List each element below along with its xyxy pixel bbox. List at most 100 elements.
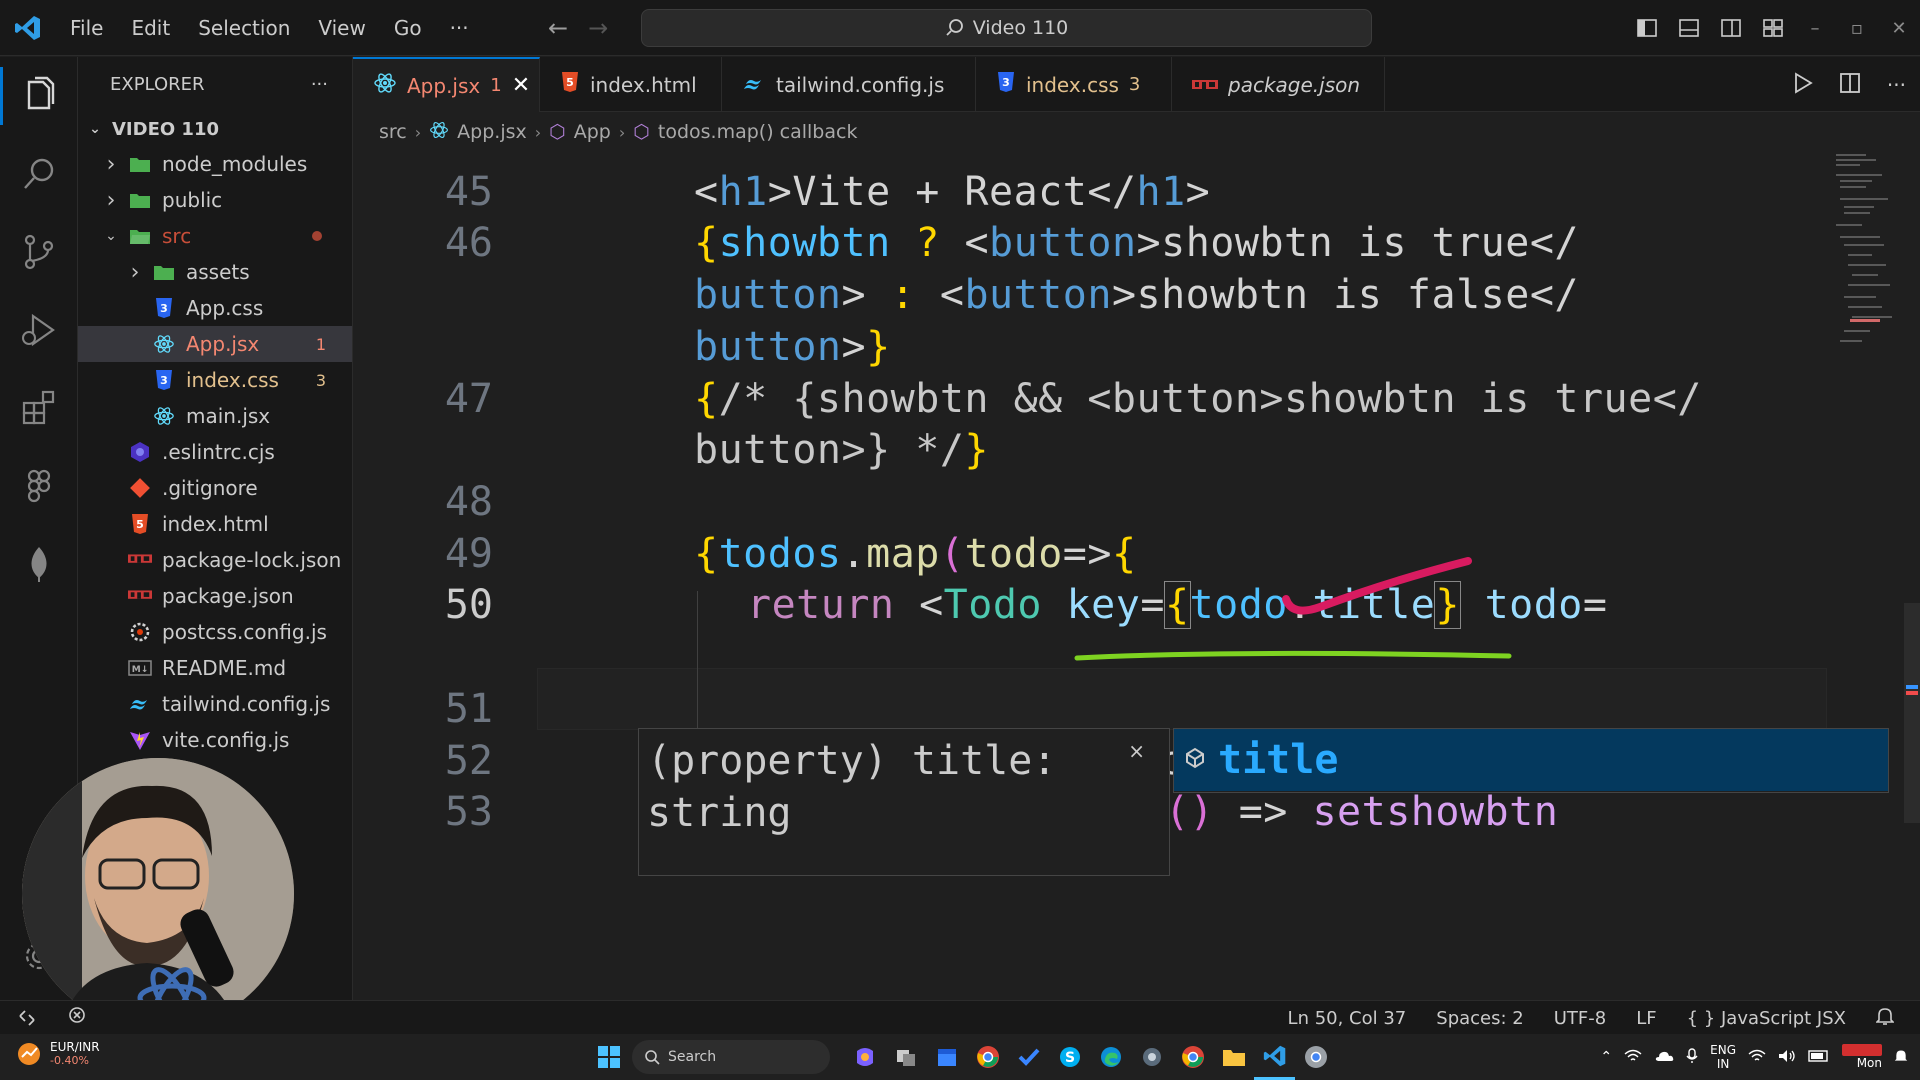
tab-tailwind-config[interactable]: tailwind.config.js bbox=[722, 57, 976, 112]
explorer-more-button[interactable]: ··· bbox=[311, 74, 328, 95]
toggle-panel-icon[interactable] bbox=[1668, 0, 1710, 56]
chrome-icon[interactable] bbox=[967, 1034, 1008, 1080]
menu-go[interactable]: Go bbox=[380, 0, 436, 56]
vscode-taskbar-icon[interactable] bbox=[1254, 1034, 1295, 1080]
volume-icon[interactable] bbox=[1778, 1049, 1796, 1066]
more-actions-icon[interactable]: ··· bbox=[1887, 73, 1906, 97]
editor-tabs: App.jsx 1 ✕ 5 index.html tailwind.config… bbox=[353, 57, 1920, 112]
file-explorer-icon[interactable] bbox=[1213, 1034, 1254, 1080]
tree-item-postcss-config-js[interactable]: postcss.config.js bbox=[78, 614, 352, 650]
chrome-profile-icon[interactable] bbox=[1172, 1034, 1213, 1080]
tab-index-html[interactable]: 5 index.html bbox=[540, 57, 722, 112]
line-ending[interactable]: LF bbox=[1636, 1008, 1656, 1029]
run-icon[interactable] bbox=[1793, 71, 1813, 98]
search-icon[interactable] bbox=[0, 135, 78, 213]
tab-app-jsx[interactable]: App.jsx 1 ✕ bbox=[353, 57, 540, 112]
close-tab-icon[interactable]: ✕ bbox=[512, 73, 530, 98]
notifications-bell-icon[interactable] bbox=[1875, 1006, 1895, 1031]
todo-check-icon[interactable] bbox=[1008, 1034, 1049, 1080]
suggestion-item[interactable]: title bbox=[1174, 729, 1888, 791]
cursor-position[interactable]: Ln 50, Col 37 bbox=[1288, 1008, 1407, 1029]
menu-view[interactable]: View bbox=[304, 0, 379, 56]
customize-layout-icon[interactable] bbox=[1752, 0, 1794, 56]
network-icon[interactable] bbox=[1624, 1049, 1642, 1066]
command-center-search[interactable]: Video 110 bbox=[641, 9, 1372, 47]
forward-arrow-icon[interactable]: → bbox=[588, 14, 608, 42]
tree-item-index-html[interactable]: 5 index.html bbox=[78, 506, 352, 542]
source-control-icon[interactable] bbox=[0, 213, 78, 291]
language-mode[interactable]: { } JavaScript JSX bbox=[1687, 1008, 1846, 1029]
menu-edit[interactable]: Edit bbox=[117, 0, 184, 56]
split-editor-icon[interactable] bbox=[1839, 72, 1861, 98]
tree-item-gitignore[interactable]: .gitignore bbox=[78, 470, 352, 506]
indentation[interactable]: Spaces: 2 bbox=[1436, 1008, 1523, 1029]
breadcrumb-item[interactable]: App.jsx bbox=[457, 121, 527, 143]
notification-bell-icon[interactable] bbox=[1894, 1048, 1908, 1067]
figma-icon[interactable] bbox=[0, 447, 78, 525]
wifi-icon[interactable] bbox=[1748, 1049, 1766, 1066]
workspace-section[interactable]: ⌄ VIDEO 110 bbox=[78, 112, 352, 146]
tree-item-node-modules[interactable]: › node_modules bbox=[78, 146, 352, 182]
language-indicator[interactable]: ENG bbox=[1710, 1043, 1736, 1057]
webcam-overlay bbox=[22, 758, 294, 1030]
calendar-icon[interactable] bbox=[926, 1034, 967, 1080]
extensions-icon[interactable] bbox=[0, 369, 78, 447]
chevron-up-icon[interactable]: ⌃ bbox=[1600, 1049, 1612, 1065]
remote-indicator-icon[interactable] bbox=[0, 1001, 54, 1035]
run-debug-icon[interactable] bbox=[0, 291, 78, 369]
tree-item-index-css[interactable]: 3 index.css 3 bbox=[78, 362, 352, 398]
settings-icon[interactable] bbox=[1131, 1034, 1172, 1080]
tree-item-tailwind-config-js[interactable]: tailwind.config.js bbox=[78, 686, 352, 722]
menu-file[interactable]: File bbox=[56, 0, 117, 56]
taskbar-search[interactable]: Search bbox=[632, 1040, 830, 1074]
battery-icon[interactable] bbox=[1808, 1049, 1830, 1065]
close-window-icon[interactable]: ✕ bbox=[1878, 0, 1920, 56]
editor-scrollbar[interactable] bbox=[1904, 151, 1920, 1000]
windows-taskbar: EUR/INR -0.40% Search S ⌃ ENG IN Mon bbox=[0, 1034, 1920, 1080]
code-editor[interactable]: 45 46 47 48 49 50 51 52 53 <h1>Vite + Re… bbox=[353, 151, 1920, 1000]
copilot-icon[interactable] bbox=[844, 1034, 885, 1080]
menu-more[interactable]: ··· bbox=[436, 0, 483, 56]
task-view-icon[interactable] bbox=[885, 1034, 926, 1080]
mongodb-leaf-icon[interactable] bbox=[0, 525, 78, 603]
toggle-secondary-sidebar-icon[interactable] bbox=[1710, 0, 1752, 56]
scrollbar-thumb[interactable] bbox=[1904, 603, 1920, 823]
problems-icon[interactable] bbox=[68, 1006, 86, 1029]
tree-item-package-lock-json[interactable]: package-lock.json bbox=[78, 542, 352, 578]
tree-item-readme-md[interactable]: M↓ README.md bbox=[78, 650, 352, 686]
html-icon: 5 bbox=[560, 71, 580, 98]
explorer-icon[interactable] bbox=[0, 57, 78, 135]
tree-item-vite-config-js[interactable]: vite.config.js bbox=[78, 722, 352, 758]
skype-icon[interactable]: S bbox=[1049, 1034, 1090, 1080]
back-arrow-icon[interactable]: ← bbox=[548, 14, 568, 42]
menu-selection[interactable]: Selection bbox=[184, 0, 304, 56]
toggle-sidebar-icon[interactable] bbox=[1626, 0, 1668, 56]
tree-item-src[interactable]: ⌄ src bbox=[78, 218, 352, 254]
tree-item-main-jsx[interactable]: main.jsx bbox=[78, 398, 352, 434]
tree-item-package-json[interactable]: package.json bbox=[78, 578, 352, 614]
microphone-icon[interactable] bbox=[1686, 1047, 1698, 1067]
folder-icon bbox=[152, 260, 176, 284]
onedrive-icon[interactable] bbox=[1654, 1050, 1674, 1065]
maximize-icon[interactable]: ▫ bbox=[1836, 0, 1878, 56]
tree-item-public[interactable]: › public bbox=[78, 182, 352, 218]
tree-item-assets[interactable]: › assets bbox=[78, 254, 352, 290]
windows-start-icon[interactable] bbox=[588, 1034, 629, 1080]
tree-item-eslintrc-cjs[interactable]: .eslintrc.cjs bbox=[78, 434, 352, 470]
minimize-icon[interactable]: – bbox=[1794, 0, 1836, 56]
tab-index-css[interactable]: 3 index.css 3 bbox=[976, 57, 1172, 112]
npm-icon bbox=[1192, 73, 1218, 97]
error-marker bbox=[1906, 691, 1918, 695]
encoding[interactable]: UTF-8 bbox=[1554, 1008, 1606, 1029]
breadcrumb-item[interactable]: src bbox=[379, 121, 407, 143]
breadcrumb-item[interactable]: App bbox=[574, 121, 611, 143]
tab-package-json[interactable]: package.json bbox=[1172, 57, 1385, 112]
tree-item-app-jsx[interactable]: App.jsx 1 bbox=[78, 326, 352, 362]
tree-item-app-css[interactable]: 3 App.css bbox=[78, 290, 352, 326]
close-hover-button[interactable]: × bbox=[1128, 739, 1145, 763]
minimap[interactable] bbox=[1832, 151, 1898, 391]
stock-widget[interactable]: EUR/INR -0.40% bbox=[16, 1040, 100, 1068]
edge-icon[interactable] bbox=[1090, 1034, 1131, 1080]
chrome-dev-icon[interactable] bbox=[1295, 1034, 1336, 1080]
breadcrumb-item[interactable]: todos.map() callback bbox=[658, 121, 858, 143]
